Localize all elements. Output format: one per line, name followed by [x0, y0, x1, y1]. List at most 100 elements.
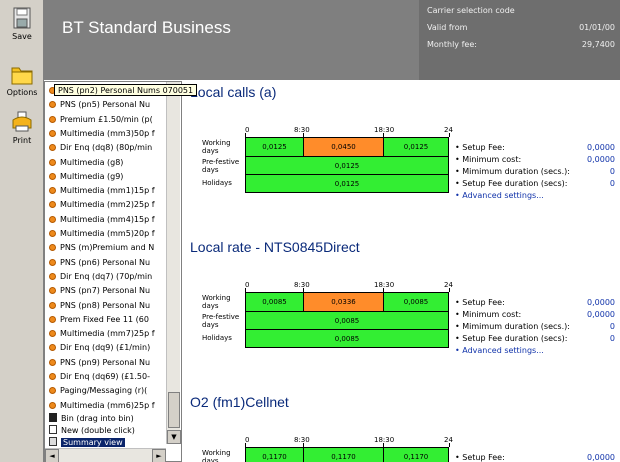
minimum-duration-row: • Mimimum duration (secs.): 0: [455, 322, 615, 331]
rate-cell[interactable]: 0,0085: [246, 330, 448, 347]
rate-cell[interactable]: 0,1170: [304, 448, 384, 462]
tree-item[interactable]: PNS (pn9) Personal Nu: [49, 357, 179, 369]
tree-item[interactable]: Multimedia (g8): [49, 157, 179, 169]
tariff-dot-icon: [49, 258, 56, 266]
rate-cell[interactable]: 0,0336: [304, 293, 384, 311]
advanced-settings-link[interactable]: • Advanced settings...: [455, 346, 615, 355]
header: BT Standard Business Carrier selection c…: [44, 0, 620, 80]
minimum-duration-label: • Mimimum duration (secs.):: [455, 322, 570, 331]
tree-item[interactable]: Multimedia (mm1)15p f: [49, 185, 179, 197]
rate-cell[interactable]: 0,0085: [384, 293, 448, 311]
rate-cell[interactable]: 0,0125: [384, 138, 448, 156]
scroll-right-icon[interactable]: ►: [152, 449, 166, 462]
tree-item[interactable]: Multimedia (mm6)25p f: [49, 400, 179, 412]
setup-fee-label: • Setup Fee:: [455, 143, 505, 152]
setup-fee-duration-row: • Setup Fee duration (secs): 0: [455, 334, 615, 343]
minimum-cost-row: • Minimum cost: 0,0000: [455, 155, 615, 164]
tariff-dot-icon: [49, 244, 56, 252]
tree-item-label: Multimedia (mm2)25p f: [60, 200, 155, 210]
print-button[interactable]: Print: [3, 106, 41, 158]
tree-item[interactable]: PNS (pn8) Personal Nu: [49, 300, 179, 312]
advanced-settings-link[interactable]: • Advanced settings...: [455, 191, 615, 200]
rate-cell[interactable]: 0,0450: [304, 138, 384, 156]
new-item[interactable]: New (double click): [49, 425, 179, 437]
tree-item-label: Dir Enq (dq9) (£1/min): [60, 343, 151, 353]
page-title: BT Standard Business: [62, 18, 231, 37]
tree-item-label: Multimedia (g8): [60, 157, 124, 167]
scroll-down-icon[interactable]: ▼: [167, 430, 181, 444]
tree-item-label: Multimedia (mm1)15p f: [60, 186, 155, 196]
tariff-dot-icon: [49, 144, 56, 152]
tree-item[interactable]: Multimedia (g9): [49, 171, 179, 183]
tree-item-label: Multimedia (mm6)25p f: [60, 400, 155, 410]
tree-item[interactable]: PNS (pn6) Personal Nu: [49, 257, 179, 269]
options-button[interactable]: Options: [3, 58, 41, 110]
tree-item-label: Multimedia (mm7)25p f: [60, 329, 155, 339]
tree-item[interactable]: Multimedia (mm3)50p f: [49, 128, 179, 140]
monthly-fee-label: Monthly fee:: [427, 40, 477, 49]
setup-fee-label: • Setup Fee:: [455, 453, 505, 462]
tree-item-label: PNS (pn9) Personal Nu: [60, 357, 151, 367]
tree-item-label: Dir Enq (dq7) (70p/min: [60, 271, 153, 281]
rate-cell[interactable]: 0,1170: [246, 448, 304, 462]
rate-cell[interactable]: 0,0125: [246, 175, 448, 192]
rate-cell[interactable]: 0,0085: [246, 312, 448, 329]
minimum-cost-label: • Minimum cost:: [455, 155, 522, 164]
tree-item[interactable]: Multimedia (mm4)15p f: [49, 214, 179, 226]
tree-item-label: Multimedia (mm5)20p f: [60, 229, 155, 238]
folder-icon: [11, 62, 33, 86]
save-button[interactable]: Save: [3, 2, 41, 54]
tree-item[interactable]: Multimedia (mm2)25p f: [49, 199, 179, 211]
setup-fee-label: • Setup Fee:: [455, 298, 505, 307]
tree-item[interactable]: Paging/Messaging (r)(: [49, 385, 179, 397]
tariff-dot-icon: [49, 401, 56, 409]
setup-fee-row: • Setup Fee: 0,0000: [455, 298, 615, 307]
tariff-dot-icon: [49, 201, 56, 209]
bin-item[interactable]: Bin (drag into bin): [49, 413, 179, 425]
tree-item-label: Multimedia (mm4)15p f: [60, 214, 155, 224]
tree-item[interactable]: PNS (pn5) Personal Nu: [49, 99, 179, 111]
tree-horizontal-scrollbar[interactable]: ◄ ►: [45, 448, 166, 462]
setup-fee-duration-value: 0: [609, 334, 615, 343]
tree-item-label: PNS (m)Premium and N: [60, 243, 155, 253]
tree-item[interactable]: Dir Enq (dq69) (£1.50-: [49, 371, 179, 383]
print-icon: [11, 110, 33, 134]
tree-item[interactable]: Prem Fixed Fee 11 (60: [49, 314, 179, 326]
toolbar: Save Options Print: [0, 0, 44, 462]
rate-cell[interactable]: 0,0125: [246, 157, 448, 174]
scrollbar-thumb[interactable]: [168, 392, 180, 428]
rates-content: Local calls (a) 0 8:30 18:30 24 Working days P…: [183, 81, 620, 462]
rate-cell[interactable]: 0,1170: [384, 448, 448, 462]
minimum-duration-label: • Mimimum duration (secs.):: [455, 167, 570, 176]
tariff-info: Carrier selection code Valid from 01/01/0…: [419, 0, 620, 80]
section-title: Local calls (a): [190, 84, 277, 100]
setup-fee-value: 0,0000: [587, 453, 615, 462]
tree-item[interactable]: Dir Enq (dq9) (£1/min): [49, 342, 179, 354]
tree-item[interactable]: PNS (m)Premium and N: [49, 242, 179, 254]
tree-item-label: PNS (pn8) Personal Nu: [60, 300, 151, 310]
setup-fee-duration-row: • Setup Fee duration (secs): 0: [455, 179, 615, 188]
tree-item[interactable]: Premium £1.50/min (p(: [49, 114, 179, 126]
tick-mark: [449, 443, 450, 447]
tariff-dot-icon: [49, 287, 56, 295]
rate-grid[interactable]: 0,0125 0,0450 0,0125 0,0125 0,0125: [245, 137, 449, 193]
tariff-dot-icon: [49, 101, 56, 109]
rate-cell[interactable]: 0,0125: [246, 138, 304, 156]
time-tick: 8:30: [294, 436, 310, 444]
tree-item[interactable]: Dir Enq (dq8) (80p/min: [49, 142, 179, 154]
tree-item[interactable]: Dir Enq (dq7) (70p/min: [49, 271, 179, 283]
rate-grid[interactable]: 0,0085 0,0336 0,0085 0,0085 0,0085: [245, 292, 449, 348]
tree-vertical-scrollbar[interactable]: ▼: [166, 82, 181, 444]
tree-item[interactable]: Multimedia (mm5)20p f: [49, 228, 179, 240]
tariff-dot-icon: [49, 215, 56, 223]
tree-item[interactable]: Multimedia (mm7)25p f: [49, 328, 179, 340]
tariff-dot-icon: [49, 129, 56, 137]
tree-item[interactable]: PNS (pn7) Personal Nu: [49, 285, 179, 297]
scroll-left-icon[interactable]: ◄: [45, 449, 59, 462]
minimum-duration-value: 0: [609, 322, 615, 331]
tariff-dot-icon: [49, 115, 56, 123]
tariff-tree[interactable]: PNS (pn2) Personal NuPNS (pn5) Personal …: [44, 81, 182, 462]
rate-grid[interactable]: 0,1170 0,1170 0,1170: [245, 447, 449, 462]
working-days-row: 0,1170 0,1170 0,1170: [246, 448, 448, 462]
rate-cell[interactable]: 0,0085: [246, 293, 304, 311]
